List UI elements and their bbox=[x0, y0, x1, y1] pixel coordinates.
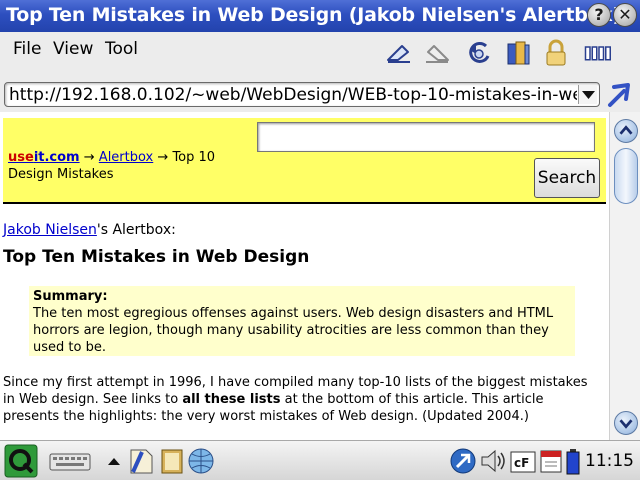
go-arrow-icon[interactable] bbox=[604, 79, 634, 109]
scroll-up-button[interactable] bbox=[614, 119, 638, 143]
calendar-icon[interactable] bbox=[536, 446, 566, 476]
page-title: Top Ten Mistakes in Web Design bbox=[3, 247, 310, 267]
site-home-link[interactable]: useit.com bbox=[8, 150, 80, 165]
intro-paragraph: Since my first attempt in 1996, I have c… bbox=[3, 375, 588, 424]
book-icon[interactable] bbox=[157, 446, 187, 476]
breadcrumb-separator: → bbox=[83, 150, 95, 165]
clock: 11:15 bbox=[585, 451, 634, 471]
summary-box: Summary: The ten most egregious offenses… bbox=[29, 286, 575, 356]
qtopia-start-icon[interactable] bbox=[4, 444, 38, 478]
breadcrumb-separator: → bbox=[157, 150, 169, 165]
search-button[interactable]: Search bbox=[534, 158, 600, 198]
alertbox-link[interactable]: Alertbox bbox=[99, 150, 153, 165]
url-input[interactable]: http://192.168.0.102/~web/WebDesign/WEB-… bbox=[4, 82, 600, 107]
chevron-down-icon bbox=[582, 91, 595, 99]
back-icon[interactable] bbox=[384, 38, 414, 68]
columns-icon[interactable] bbox=[584, 38, 614, 68]
breadcrumb-current-line1: Top 10 bbox=[172, 150, 216, 165]
menu-tool[interactable]: Tool bbox=[105, 39, 138, 59]
help-button[interactable]: ? bbox=[587, 3, 611, 27]
author-suffix: 's Alertbox: bbox=[96, 222, 176, 238]
url-text[interactable]: http://192.168.0.102/~web/WebDesign/WEB-… bbox=[9, 85, 577, 106]
volume-icon[interactable] bbox=[478, 446, 508, 476]
close-button[interactable]: ✕ bbox=[613, 3, 637, 27]
vertical-scrollbar[interactable] bbox=[609, 112, 640, 440]
window-title: Top Ten Mistakes in Web Design (Jakob Ni… bbox=[6, 4, 640, 26]
bookmarks-icon[interactable] bbox=[503, 38, 533, 68]
author-link[interactable]: Jakob Nielsen bbox=[3, 222, 97, 238]
globe-icon[interactable] bbox=[186, 446, 216, 476]
summary-heading: Summary: bbox=[33, 289, 108, 304]
author-line: Jakob Nielsen's Alertbox: bbox=[3, 222, 176, 238]
arrow-down-icon bbox=[619, 419, 633, 429]
address-bar: http://192.168.0.102/~web/WebDesign/WEB-… bbox=[0, 76, 640, 112]
breadcrumb: useit.com → Alertbox → Top 10 Design Mis… bbox=[8, 149, 238, 183]
compact-flash-icon[interactable]: cF bbox=[508, 446, 538, 476]
page-content: useit.com → Alertbox → Top 10 Design Mis… bbox=[0, 112, 609, 440]
site-header: useit.com → Alertbox → Top 10 Design Mis… bbox=[3, 118, 606, 204]
title-bar: Top Ten Mistakes in Web Design (Jakob Ni… bbox=[0, 0, 640, 32]
menu-file[interactable]: File bbox=[13, 39, 41, 59]
menu-view[interactable]: View bbox=[53, 39, 93, 59]
scroll-thumb[interactable] bbox=[614, 148, 638, 204]
taskbar: cF 11:15 bbox=[0, 440, 640, 480]
summary-text: The ten most egregious offenses against … bbox=[33, 306, 554, 355]
reload-icon[interactable] bbox=[464, 38, 494, 68]
keyboard-icon[interactable] bbox=[48, 446, 92, 476]
url-history-dropdown[interactable] bbox=[578, 85, 597, 104]
svg-text:cF: cF bbox=[514, 456, 529, 470]
forward-icon[interactable] bbox=[422, 38, 452, 68]
document-icon[interactable] bbox=[126, 446, 156, 476]
menu-bar: File View Tool bbox=[0, 32, 640, 76]
security-lock-icon[interactable] bbox=[541, 38, 571, 68]
breadcrumb-current-line2: Design Mistakes bbox=[8, 167, 114, 182]
scroll-down-button[interactable] bbox=[614, 411, 638, 435]
battery-icon bbox=[566, 449, 580, 475]
arrow-up-icon bbox=[619, 125, 633, 135]
arrow-up-icon[interactable] bbox=[106, 446, 122, 476]
all-lists-link[interactable]: all these lists bbox=[182, 392, 280, 407]
browser-icon[interactable] bbox=[448, 446, 478, 476]
site-search-input[interactable] bbox=[257, 122, 595, 152]
